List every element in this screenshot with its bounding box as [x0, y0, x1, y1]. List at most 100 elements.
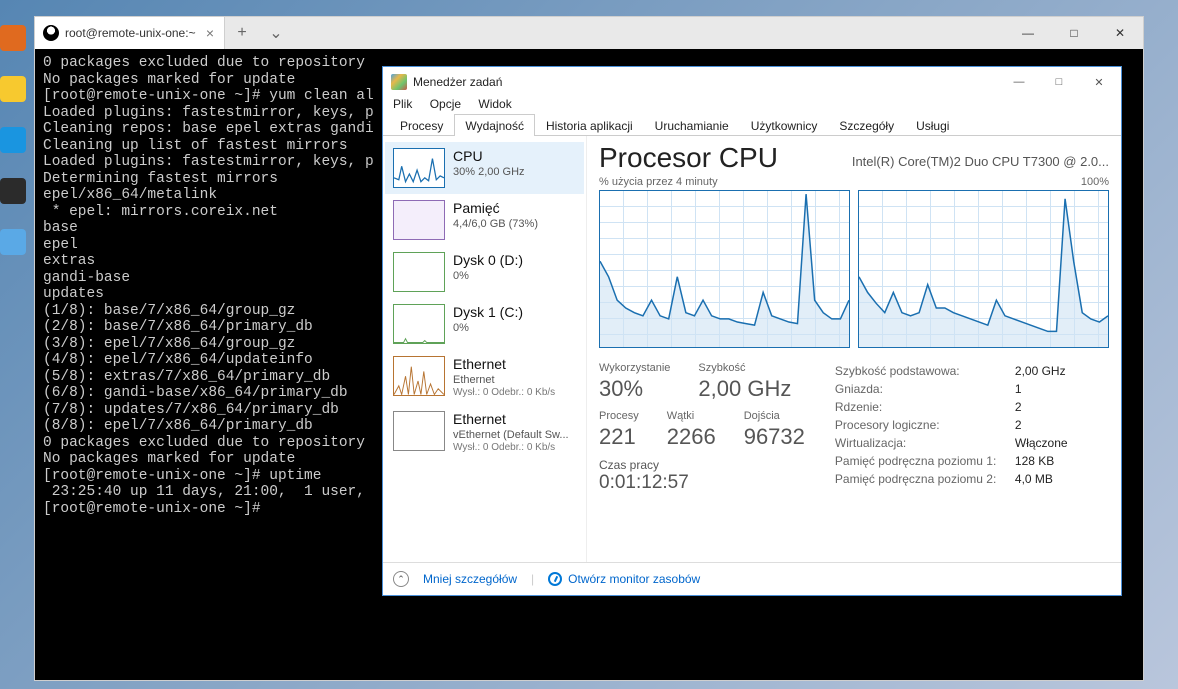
tabstrip: Procesy Wydajność Historia aplikacji Uru…	[383, 113, 1121, 136]
graph-y-max-label: 100%	[1081, 176, 1109, 188]
task-manager-titlebar[interactable]: Menedżer zadań — □ ✕	[383, 67, 1121, 97]
logical-value: 2	[1015, 416, 1022, 434]
sidebar-eth1-sub: Ethernet	[453, 373, 555, 387]
l1-value: 128 KB	[1015, 452, 1054, 470]
virt-value: Włączone	[1015, 434, 1068, 452]
menu-file[interactable]: Plik	[393, 97, 412, 111]
cpu-thumb-icon	[393, 148, 445, 188]
tab-close-icon[interactable]: ×	[206, 25, 214, 41]
tab-services[interactable]: Usługi	[905, 114, 960, 136]
sockets-label: Gniazda:	[835, 380, 1005, 398]
task-manager-icon	[391, 74, 407, 90]
base-speed-label: Szybkość podstawowa:	[835, 362, 1005, 380]
base-speed-value: 2,00 GHz	[1015, 362, 1066, 380]
cpu-graph-core2[interactable]	[858, 190, 1109, 348]
tab-details[interactable]: Szczegóły	[828, 114, 905, 136]
task-manager-statusbar: ⌃ Mniej szczegółów | Otwórz monitor zaso…	[383, 562, 1121, 595]
cores-value: 2	[1015, 398, 1022, 416]
threads-value: 2266	[667, 424, 716, 450]
minimize-button[interactable]: —	[1005, 17, 1051, 49]
speed-value: 2,00 GHz	[698, 376, 791, 402]
sidebar-cpu-title: CPU	[453, 148, 525, 165]
sidebar-eth2-sub: vEthernet (Default Sw...	[453, 428, 569, 442]
desktop-icon[interactable]	[0, 229, 26, 255]
l1-label: Pamięć podręczna poziomu 1:	[835, 452, 1005, 470]
logical-label: Procesory logiczne:	[835, 416, 1005, 434]
sidebar-item-disk0[interactable]: Dysk 0 (D:) 0%	[385, 246, 584, 298]
sidebar-eth2-stats: Wysł.: 0 Odebr.: 0 Kb/s	[453, 442, 569, 454]
desktop-icon[interactable]	[0, 25, 26, 51]
menu-view[interactable]: Widok	[478, 97, 511, 111]
disk-thumb-icon	[393, 252, 445, 292]
maximize-button[interactable]: □	[1051, 17, 1097, 49]
sidebar-item-disk1[interactable]: Dysk 1 (C:) 0%	[385, 298, 584, 350]
desktop-icon[interactable]	[0, 76, 26, 102]
window-controls: — □ ✕	[999, 70, 1119, 94]
l2-value: 4,0 MB	[1015, 470, 1053, 488]
graph-x-label: % użycia przez 4 minuty	[599, 176, 718, 188]
window-title: Menedżer zadań	[413, 75, 502, 89]
uptime-label: Czas pracy	[599, 458, 805, 472]
tab-users[interactable]: Użytkownicy	[740, 114, 829, 136]
task-manager-window: Menedżer zadań — □ ✕ Plik Opcje Widok Pr…	[382, 66, 1122, 596]
threads-label: Wątki	[667, 410, 716, 422]
window-controls: — □ ✕	[1005, 17, 1143, 49]
ethernet-thumb-icon	[393, 356, 445, 396]
minimize-button[interactable]: —	[999, 70, 1039, 94]
menu-options[interactable]: Opcje	[430, 97, 461, 111]
sidebar-disk1-sub: 0%	[453, 321, 523, 335]
sidebar-item-memory[interactable]: Pamięć 4,4/6,0 GB (73%)	[385, 194, 584, 246]
maximize-button[interactable]: □	[1039, 70, 1079, 94]
uptime-value: 0:01:12:57	[599, 472, 805, 494]
sidebar-eth2-title: Ethernet	[453, 411, 569, 428]
tab-app-history[interactable]: Historia aplikacji	[535, 114, 644, 136]
terminal-tabstrip: root@remote-unix-one:~ × + ⌄ — □ ✕	[35, 17, 1143, 49]
open-resource-monitor-link[interactable]: Otwórz monitor zasobów	[548, 572, 700, 586]
sockets-value: 1	[1015, 380, 1022, 398]
performance-main: Procesor CPU Intel(R) Core(TM)2 Duo CPU …	[587, 136, 1121, 562]
sidebar-eth1-title: Ethernet	[453, 356, 555, 373]
sidebar-cpu-sub: 30% 2,00 GHz	[453, 165, 525, 179]
sidebar-item-ethernet2[interactable]: Ethernet vEthernet (Default Sw... Wysł.:…	[385, 405, 584, 460]
speed-label: Szybkość	[698, 362, 791, 374]
disk-thumb-icon	[393, 304, 445, 344]
virt-label: Wirtualizacja:	[835, 434, 1005, 452]
collapse-icon[interactable]: ⌃	[393, 571, 409, 587]
sidebar-item-ethernet1[interactable]: Ethernet Ethernet Wysł.: 0 Odebr.: 0 Kb/…	[385, 350, 584, 405]
tab-processes[interactable]: Procesy	[389, 114, 454, 136]
l2-label: Pamięć podręczna poziomu 2:	[835, 470, 1005, 488]
handles-label: Dojścia	[744, 410, 805, 422]
resource-monitor-icon	[548, 572, 562, 586]
performance-content: CPU 30% 2,00 GHz Pamięć 4,4/6,0 GB (73%)…	[383, 136, 1121, 562]
fewer-details-link[interactable]: Mniej szczegółów	[423, 572, 517, 586]
terminal-tab-title: root@remote-unix-one:~	[65, 26, 196, 40]
performance-sidebar: CPU 30% 2,00 GHz Pamięć 4,4/6,0 GB (73%)…	[383, 136, 587, 562]
new-tab-button[interactable]: +	[225, 17, 259, 49]
sidebar-mem-sub: 4,4/6,0 GB (73%)	[453, 217, 538, 231]
separator: |	[531, 572, 534, 586]
memory-thumb-icon	[393, 200, 445, 240]
ethernet-thumb-icon	[393, 411, 445, 451]
menubar: Plik Opcje Widok	[383, 97, 1121, 113]
cores-label: Rdzenie:	[835, 398, 1005, 416]
sidebar-disk0-sub: 0%	[453, 269, 523, 283]
cpu-graph-core1[interactable]	[599, 190, 850, 348]
util-label: Wykorzystanie	[599, 362, 670, 374]
sidebar-disk1-title: Dysk 1 (C:)	[453, 304, 523, 321]
sidebar-item-cpu[interactable]: CPU 30% 2,00 GHz	[385, 142, 584, 194]
close-button[interactable]: ✕	[1079, 70, 1119, 94]
sidebar-eth1-stats: Wysł.: 0 Odebr.: 0 Kb/s	[453, 387, 555, 399]
tab-dropdown-button[interactable]: ⌄	[259, 17, 293, 49]
cpu-heading: Procesor CPU	[599, 142, 778, 174]
tab-performance[interactable]: Wydajność	[454, 114, 535, 136]
terminal-tab[interactable]: root@remote-unix-one:~ ×	[35, 17, 225, 49]
processes-value: 221	[599, 424, 639, 450]
sidebar-mem-title: Pamięć	[453, 200, 538, 217]
close-button[interactable]: ✕	[1097, 17, 1143, 49]
tab-startup[interactable]: Uruchamianie	[644, 114, 740, 136]
desktop-icon[interactable]	[0, 127, 26, 153]
tux-icon	[43, 25, 59, 41]
util-value: 30%	[599, 376, 670, 402]
desktop-icons-strip	[0, 0, 30, 689]
desktop-icon[interactable]	[0, 178, 26, 204]
